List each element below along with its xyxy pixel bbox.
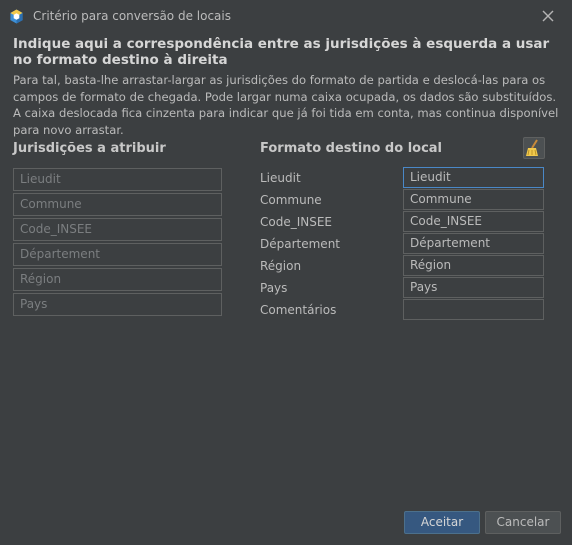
source-item-commune[interactable]: Commune <box>13 193 222 216</box>
target-title: Formato destino do local <box>260 141 443 156</box>
target-field-comentarios[interactable] <box>403 299 544 320</box>
source-item-departement[interactable]: Département <box>13 243 222 266</box>
target-label-pays: Pays <box>260 281 288 295</box>
target-field-commune[interactable]: Commune <box>403 189 544 210</box>
target-label-commune: Commune <box>260 193 322 207</box>
window-title: Critério para conversão de locais <box>33 9 231 23</box>
instructions-description: Para tal, basta-lhe arrastar-largar as j… <box>13 73 559 137</box>
accept-button[interactable]: Aceitar <box>404 511 480 534</box>
target-field-lieudit[interactable]: Lieudit <box>403 167 544 188</box>
source-item-lieudit[interactable]: Lieudit <box>13 168 222 191</box>
app-hex-icon <box>10 9 23 24</box>
target-label-lieudit: Lieudit <box>260 171 301 185</box>
title-bar: Critério para conversão de locais <box>0 0 572 33</box>
close-icon[interactable] <box>540 8 556 24</box>
source-item-region[interactable]: Région <box>13 268 222 291</box>
target-field-region[interactable]: Région <box>403 255 544 276</box>
target-field-code-insee[interactable]: Code_INSEE <box>403 211 544 232</box>
source-title: Jurisdições a atribuir <box>13 141 166 156</box>
target-field-departement[interactable]: Département <box>403 233 544 254</box>
instructions-heading: Indique aqui a correspondência entre as … <box>13 36 550 68</box>
broom-icon <box>526 139 538 156</box>
source-item-pays[interactable]: Pays <box>13 293 222 316</box>
target-label-region: Région <box>260 259 302 273</box>
source-item-code-insee[interactable]: Code_INSEE <box>13 218 222 241</box>
cancel-button[interactable]: Cancelar <box>485 511 561 534</box>
target-label-departement: Département <box>260 237 340 251</box>
target-label-comentarios: Comentários <box>260 303 337 317</box>
target-label-code-insee: Code_INSEE <box>260 215 333 229</box>
target-field-pays[interactable]: Pays <box>403 277 544 298</box>
clear-button[interactable] <box>523 137 545 159</box>
